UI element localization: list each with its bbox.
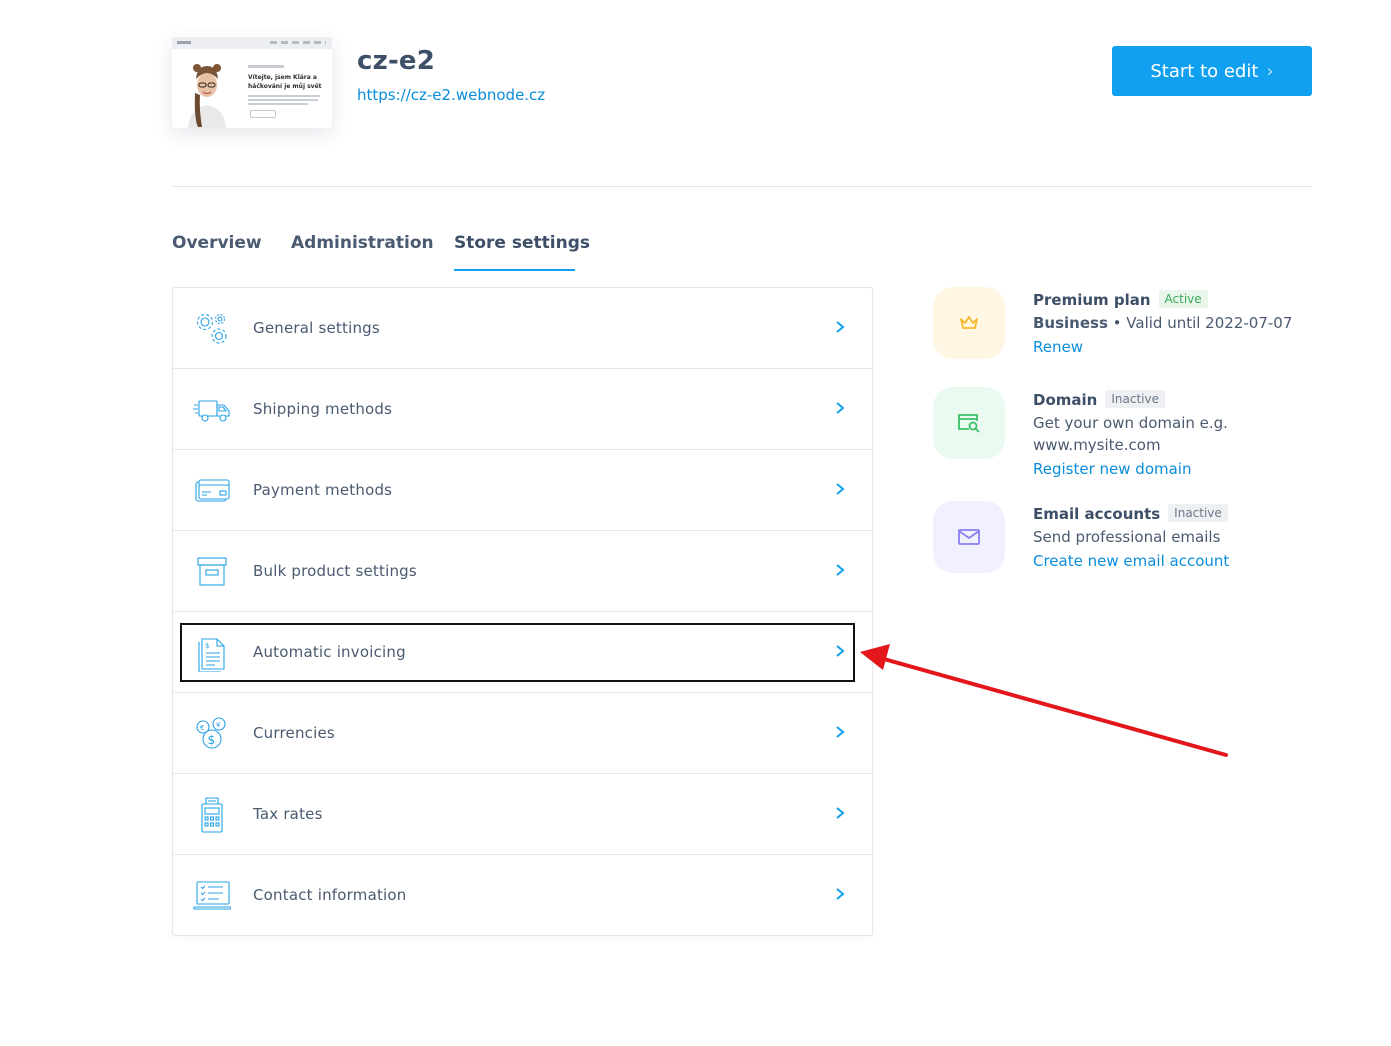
chevron-right-icon — [836, 726, 845, 738]
chevron-right-icon — [836, 645, 845, 657]
plan-validity: • Valid until 2022-07-07 — [1107, 314, 1293, 332]
status-badge: Active — [1158, 290, 1208, 308]
settings-row-shipping[interactable]: Shipping methods — [173, 369, 872, 450]
svg-text:$: $ — [208, 733, 216, 747]
envelope-icon — [933, 501, 1005, 573]
active-tab-indicator — [454, 269, 575, 271]
chevron-right-icon — [836, 483, 845, 495]
email-accounts-description: Send professional emails — [1033, 528, 1221, 546]
tab-store-settings[interactable]: Store settings — [454, 233, 590, 253]
start-to-edit-label: Start to edit — [1150, 60, 1259, 82]
site-url-link[interactable]: https://cz-e2.webnode.cz — [357, 86, 545, 104]
invoice-icon: $ — [198, 638, 225, 672]
svg-text:$: $ — [205, 642, 209, 650]
settings-row-label: Contact information — [253, 886, 407, 904]
thumbnail-heading: Vítejte, jsem Klára a háčkování je můj s… — [248, 74, 322, 90]
calculator-icon — [201, 797, 223, 833]
site-thumbnail[interactable]: Vítejte, jsem Klára a háčkování je můj s… — [172, 37, 332, 128]
thumbnail-text-line — [248, 95, 320, 97]
tab-administration[interactable]: Administration — [291, 233, 434, 253]
settings-row-automatic-invoicing[interactable]: $ Automatic invoicing — [173, 612, 872, 693]
settings-row-label: Shipping methods — [253, 400, 393, 418]
chevron-right-icon — [836, 888, 845, 900]
thumbnail-photo — [182, 59, 232, 128]
crown-icon — [933, 287, 1005, 359]
renew-link[interactable]: Renew — [1033, 338, 1083, 356]
settings-row-payment[interactable]: Payment methods — [173, 450, 872, 531]
status-badge: Inactive — [1168, 504, 1228, 522]
header-divider — [172, 186, 1312, 187]
chevron-right-icon — [836, 807, 845, 819]
settings-row-bulk-product[interactable]: Bulk product settings — [173, 531, 872, 612]
plan-name: Business — [1033, 314, 1108, 332]
start-to-edit-button[interactable]: Start to edit › — [1112, 46, 1312, 96]
premium-plan-title: Premium plan — [1033, 291, 1151, 309]
thumbnail-navbar — [172, 37, 332, 49]
status-badge: Inactive — [1105, 390, 1165, 408]
chevron-right-icon: › — [1266, 60, 1274, 82]
thumbnail-text-line — [248, 65, 284, 68]
tab-overview[interactable]: Overview — [172, 233, 262, 253]
settings-row-label: Tax rates — [253, 805, 323, 823]
truck-icon — [193, 400, 230, 422]
store-settings-list: General settings Shipping methods Paymen… — [172, 287, 873, 936]
svg-text:€: € — [200, 724, 204, 732]
domain-title: Domain — [1033, 391, 1098, 409]
settings-row-label: Currencies — [253, 724, 335, 742]
settings-row-general[interactable]: General settings — [173, 288, 872, 369]
currencies-icon: € ¥ $ — [196, 717, 226, 749]
email-accounts-title: Email accounts — [1033, 505, 1161, 523]
settings-row-contact-information[interactable]: Contact information — [173, 855, 872, 936]
chevron-right-icon — [836, 402, 845, 414]
settings-row-label: Automatic invoicing — [253, 643, 406, 661]
thumbnail-text-line — [248, 99, 318, 101]
laptop-checklist-icon — [193, 881, 231, 910]
chevron-right-icon — [836, 564, 845, 576]
gears-icon — [196, 313, 227, 344]
site-name: cz-e2 — [357, 46, 436, 76]
chevron-right-icon — [836, 321, 845, 333]
domain-search-icon — [933, 387, 1005, 459]
settings-row-tax-rates[interactable]: Tax rates — [173, 774, 872, 855]
settings-row-label: Bulk product settings — [253, 562, 417, 580]
create-email-account-link[interactable]: Create new email account — [1033, 552, 1229, 570]
register-domain-link[interactable]: Register new domain — [1033, 460, 1191, 478]
settings-row-label: General settings — [253, 319, 380, 337]
svg-text:¥: ¥ — [216, 721, 221, 729]
thumbnail-button — [250, 110, 276, 118]
thumbnail-text-line — [248, 103, 308, 105]
card-icon — [195, 479, 230, 502]
domain-description: Get your own domain e.g. www.mysite.com — [1033, 414, 1228, 454]
settings-row-label: Payment methods — [253, 481, 393, 499]
box-icon — [197, 557, 227, 586]
premium-plan-description: Business • Valid until 2022-07-07 — [1033, 312, 1293, 334]
settings-row-currencies[interactable]: € ¥ $ Currencies — [173, 693, 872, 774]
